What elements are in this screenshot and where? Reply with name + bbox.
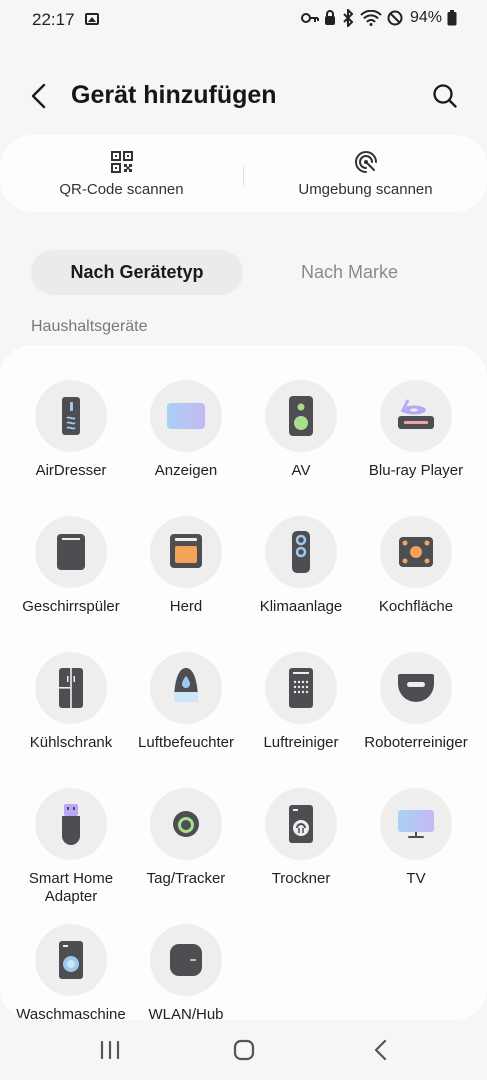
- recent-apps-icon: [100, 1040, 120, 1060]
- device-label: Herd: [169, 598, 203, 615]
- airdresser-icon: [35, 380, 107, 452]
- device-label: Luftreiniger: [263, 734, 339, 751]
- qr-scan-button[interactable]: QR-Code scannen: [0, 135, 243, 212]
- status-bar: 22:17 94%: [0, 0, 487, 40]
- home-button[interactable]: [229, 1036, 259, 1064]
- qr-code-icon: [110, 151, 133, 173]
- status-icons: 94%: [300, 9, 457, 27]
- robot-vacuum-icon: [380, 652, 452, 724]
- device-label: Roboterreiniger: [364, 734, 468, 751]
- tab-by-brand[interactable]: Nach Marke: [243, 250, 456, 295]
- air-purifier-icon: [265, 652, 337, 724]
- search-icon: [433, 84, 457, 108]
- device-tile-smart-home-adapter[interactable]: Smart Home Adapter: [13, 788, 129, 906]
- tv-icon: [380, 788, 452, 860]
- filter-tabs: Nach Gerätetyp Nach Marke: [31, 250, 456, 295]
- gallery-notification-icon: [85, 13, 99, 25]
- key-icon: [300, 13, 319, 23]
- device-label: AirDresser: [35, 462, 107, 479]
- oven-icon: [150, 516, 222, 588]
- device-label: WLAN/Hub: [148, 1006, 224, 1020]
- tracker-icon: [150, 788, 222, 860]
- qr-scan-label: QR-Code scannen: [59, 181, 184, 198]
- app-header: Gerät hinzufügen: [0, 70, 487, 124]
- device-tile-cooktop[interactable]: Kochfläche: [358, 516, 474, 616]
- device-tile-air-conditioner[interactable]: Klimaanlage: [243, 516, 359, 616]
- device-label: Smart Home Adapter: [28, 870, 114, 905]
- device-label: Trockner: [271, 870, 331, 887]
- bluray-icon: [380, 380, 452, 452]
- device-label: Kühlschrank: [29, 734, 113, 751]
- display-icon: [150, 380, 222, 452]
- humidifier-icon: [150, 652, 222, 724]
- device-label: Tag/Tracker: [146, 870, 226, 887]
- device-grid: AirDresser Anzeigen AV Blu-ray Player Ge…: [0, 345, 487, 1020]
- device-label: Klimaanlage: [259, 598, 343, 615]
- back-button[interactable]: [24, 80, 56, 112]
- device-label: Kochfläche: [378, 598, 454, 615]
- scan-options-card: QR-Code scannen Umgebung scannen: [0, 135, 487, 212]
- battery-icon: [447, 10, 457, 26]
- air-conditioner-icon: [265, 516, 337, 588]
- wifi-hub-icon: [150, 924, 222, 996]
- device-label: Waschmaschine: [16, 1006, 126, 1020]
- search-button[interactable]: [429, 80, 461, 112]
- speaker-icon: [265, 380, 337, 452]
- device-tile-tv[interactable]: TV: [358, 788, 474, 888]
- page-title: Gerät hinzufügen: [71, 81, 277, 109]
- device-tile-fridge[interactable]: Kühlschrank: [13, 652, 129, 752]
- device-tile-tracker[interactable]: Tag/Tracker: [128, 788, 244, 888]
- device-tile-bluray[interactable]: Blu-ray Player: [358, 380, 474, 480]
- battery-percent: 94%: [409, 9, 442, 26]
- device-tile-washer[interactable]: Waschmaschine: [13, 924, 129, 1020]
- section-title: Haushaltsgeräte: [31, 318, 148, 335]
- system-nav-bar: [0, 1020, 487, 1080]
- recent-apps-button[interactable]: [95, 1036, 125, 1064]
- device-tile-dryer[interactable]: Trockner: [243, 788, 359, 888]
- status-time: 22:17: [32, 10, 75, 29]
- device-label: Blu-ray Player: [368, 462, 464, 479]
- nearby-scan-button[interactable]: Umgebung scannen: [244, 135, 487, 212]
- device-tile-display[interactable]: Anzeigen: [128, 380, 244, 480]
- chevron-left-icon: [31, 83, 46, 109]
- device-tile-av[interactable]: AV: [243, 380, 359, 480]
- nav-back-button[interactable]: [366, 1036, 396, 1064]
- device-label: TV: [406, 870, 426, 887]
- device-label: Luftbefeuchter: [138, 734, 234, 751]
- home-icon: [233, 1039, 255, 1061]
- device-tile-oven[interactable]: Herd: [128, 516, 244, 616]
- tab-by-device-type[interactable]: Nach Gerätetyp: [31, 250, 243, 295]
- lock-badge-icon: [324, 10, 335, 25]
- smart-home-adapter-icon: [35, 788, 107, 860]
- device-tile-airdresser[interactable]: AirDresser: [13, 380, 129, 480]
- device-tile-dishwasher[interactable]: Geschirrspüler: [13, 516, 129, 616]
- device-tile-air-purifier[interactable]: Luftreiniger: [243, 652, 359, 752]
- back-arrow-icon: [374, 1039, 387, 1061]
- fridge-icon: [35, 652, 107, 724]
- wifi-icon: [360, 10, 382, 26]
- radar-scan-icon: [354, 151, 377, 173]
- washer-icon: [35, 924, 107, 996]
- device-tile-robot-vacuum[interactable]: Roboterreiniger: [358, 652, 474, 752]
- device-tile-wifi-hub[interactable]: WLAN/Hub: [128, 924, 244, 1020]
- device-label: Geschirrspüler: [22, 598, 120, 615]
- bluetooth-icon: [343, 9, 354, 27]
- device-label: Anzeigen: [154, 462, 218, 479]
- dishwasher-icon: [35, 516, 107, 588]
- device-tile-humidifier[interactable]: Luftbefeuchter: [128, 652, 244, 752]
- nearby-scan-label: Umgebung scannen: [298, 181, 433, 198]
- dryer-icon: [265, 788, 337, 860]
- device-label: AV: [291, 462, 311, 479]
- do-not-disturb-icon: [387, 10, 403, 26]
- cooktop-icon: [380, 516, 452, 588]
